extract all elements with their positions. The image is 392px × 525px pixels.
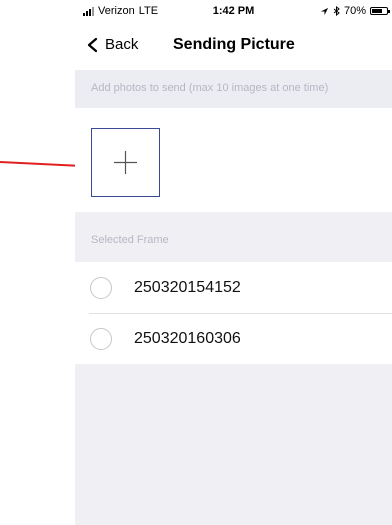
section-title: Selected Frame <box>91 234 169 246</box>
hint-row: Add photos to send (max 10 images at one… <box>75 70 392 108</box>
frame-label: 250320154152 <box>134 278 241 296</box>
status-bar: Verizon LTE 1:42 PM 70% <box>75 0 392 22</box>
back-button[interactable]: Back <box>85 36 138 53</box>
radio-button[interactable] <box>90 327 112 350</box>
page: Verizon LTE 1:42 PM 70% Back Sending Pic… <box>0 0 392 525</box>
navigation-bar: Back Sending Picture <box>75 22 392 70</box>
battery-percent: 70% <box>343 5 366 17</box>
status-right: 70% <box>320 5 390 17</box>
add-photo-button[interactable] <box>91 128 160 197</box>
app-screen: Verizon LTE 1:42 PM 70% Back Sending Pic… <box>75 0 392 525</box>
page-title: Sending Picture <box>173 36 295 53</box>
add-photo-area <box>75 108 392 212</box>
radio-button[interactable] <box>90 276 112 299</box>
frame-label: 250320160306 <box>134 329 241 347</box>
plus-icon <box>114 151 137 174</box>
location-icon <box>320 7 329 15</box>
chevron-left-icon <box>87 37 98 52</box>
frame-list-item[interactable]: 250320160306 <box>75 313 392 364</box>
hint-text: Add photos to send (max 10 images at one… <box>91 82 329 94</box>
frame-list: 250320154152 250320160306 <box>75 262 392 364</box>
bluetooth-icon <box>333 6 340 16</box>
battery-icon <box>370 7 390 15</box>
section-header: Selected Frame <box>75 212 392 262</box>
frame-list-item[interactable]: 250320154152 <box>75 262 392 313</box>
back-label: Back <box>105 36 139 53</box>
